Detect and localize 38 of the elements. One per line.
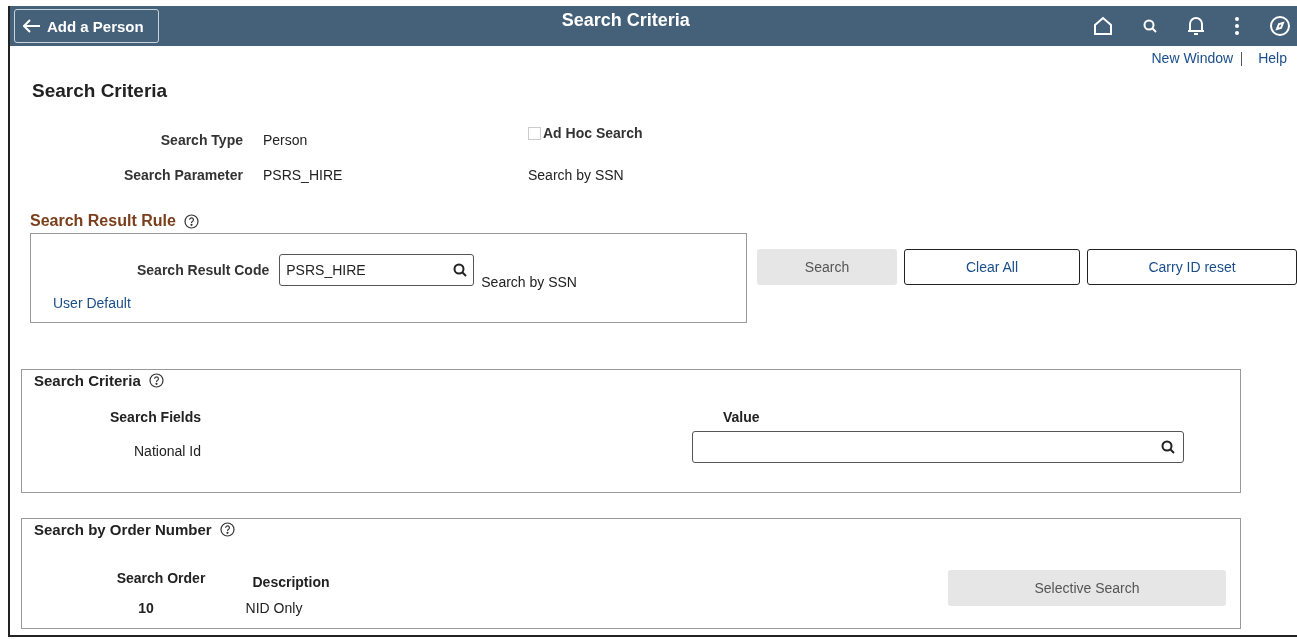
compass-icon[interactable] [1269,15,1291,37]
column-header: Search Fields [109,409,203,425]
section-title: Search Result Rule [30,212,176,230]
section-title: Search Criteria [34,372,141,389]
bell-icon[interactable] [1187,16,1205,36]
field-label: Search Result Code [137,262,270,278]
field-label: Search Type [159,132,243,148]
column-header: Description [251,574,331,590]
field-value: Person [263,132,309,148]
back-arrow-icon [23,19,41,33]
action-button[interactable]: Carry ID reset [1087,249,1297,285]
table-cell-text: National Id [133,443,202,459]
header-link[interactable]: Help [1258,50,1287,66]
field-value: PSRS_HIRE [263,167,344,183]
field-label: Search Parameter [122,167,243,183]
search-result-code-field[interactable]: PSRS_HIRE [279,254,475,286]
table-cell-text: 10 [137,600,155,616]
search-icon[interactable] [1143,19,1157,33]
column-header: Search Order [115,570,207,586]
help-icon[interactable] [148,373,164,388]
page-title: Search Criteria [32,80,169,102]
help-icon[interactable] [219,522,235,537]
table-cell-text: NID Only [244,600,304,616]
more-icon[interactable] [1235,17,1239,35]
header-title: Search Criteria [560,9,691,31]
field-description: Search by SSN [528,167,625,183]
search-icon[interactable] [453,263,468,277]
back-button[interactable]: Add a Person [14,9,159,43]
field-description: Search by SSN [481,274,577,290]
action-button[interactable]: Clear All [904,249,1080,285]
user-default-link[interactable]: User Default [53,295,131,311]
header-link[interactable]: New Window [1151,50,1234,66]
home-icon[interactable] [1093,16,1113,36]
section-title: Search by Order Number [34,521,212,538]
column-header: Value [722,409,761,425]
search-icon[interactable] [1161,440,1175,454]
help-icon[interactable] [183,213,199,229]
value-field[interactable] [692,431,1184,463]
